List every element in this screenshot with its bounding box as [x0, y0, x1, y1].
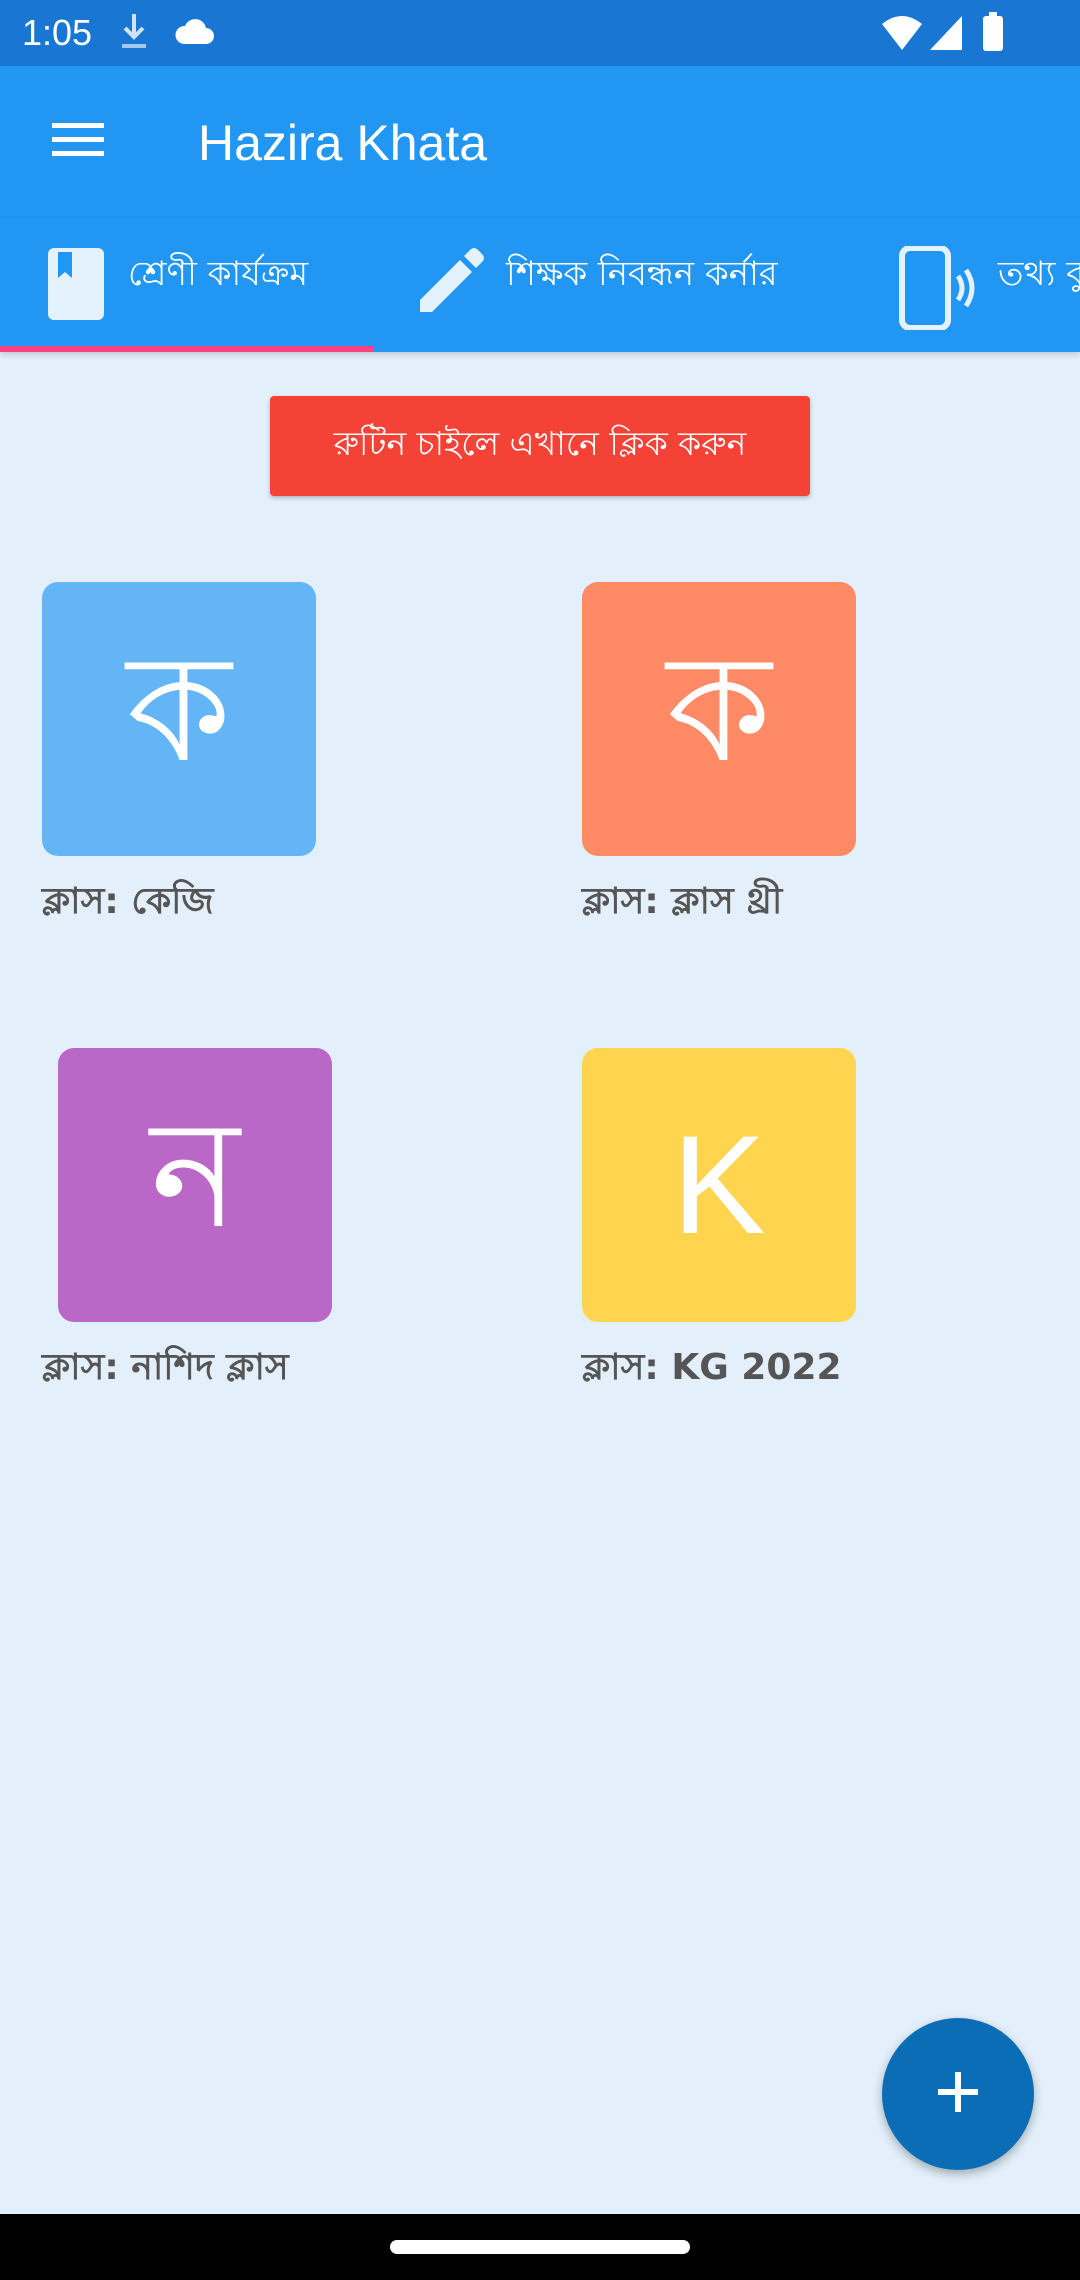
tab-bar: শ্রেণী কার্যক্রম শিক্ষক নিবন্ধন কর্নার ত…: [0, 218, 1080, 352]
wifi-icon: [880, 12, 924, 56]
class-card[interactable]: K ক্লাস: KG 2022: [582, 1048, 1002, 1408]
tab-label: তথ্য বু: [998, 254, 1080, 294]
plus-icon: [936, 2070, 980, 2118]
pencil-icon: [414, 246, 486, 322]
class-avatar[interactable]: ক: [582, 582, 856, 856]
signal-icon: [928, 12, 964, 56]
cloud-icon: [172, 14, 216, 54]
tab-teacher-registration[interactable]: শিক্ষক নিবন্ধন কর্নার: [414, 218, 778, 352]
download-icon: [118, 10, 150, 58]
hamburger-menu-icon: [52, 121, 104, 163]
tab-label: শিক্ষক নিবন্ধন কর্নার: [506, 254, 778, 294]
home-gesture-handle[interactable]: [390, 2240, 690, 2254]
class-card[interactable]: ক ক্লাস: কেজি: [42, 582, 462, 942]
tab-label: শ্রেণী কার্যক্রম: [128, 254, 309, 294]
book-icon: [44, 246, 108, 326]
class-label: ক্লাস: নাশিদ ক্লাস: [42, 1347, 289, 1388]
tab-info[interactable]: তথ্য বু: [898, 218, 1080, 352]
class-avatar[interactable]: ন: [58, 1048, 332, 1322]
app-bar: Hazira Khata: [0, 66, 1080, 218]
battery-icon: [982, 12, 1004, 56]
tab-class-activities[interactable]: শ্রেণী কার্যক্রম: [44, 218, 308, 352]
routine-button[interactable]: রুটিন চাইলে এখানে ক্লিক করুন: [270, 396, 810, 496]
class-card[interactable]: ন ক্লাস: নাশিদ ক্লাস: [42, 1048, 462, 1408]
tab-indicator: [0, 346, 374, 352]
class-label: ক্লাস: ক্লাস থ্রী: [582, 881, 783, 922]
class-avatar[interactable]: K: [582, 1048, 856, 1322]
class-label: ক্লাস: কেজি: [42, 881, 214, 922]
status-bar: 1:05: [0, 0, 1080, 66]
navigation-bar: [0, 2214, 1080, 2280]
class-label: ক্লাস: KG 2022: [582, 1347, 842, 1388]
class-avatar[interactable]: ক: [42, 582, 316, 856]
phone-vibrate-icon: [898, 245, 978, 334]
menu-button[interactable]: [30, 104, 126, 180]
app-title: Hazira Khata: [198, 115, 488, 171]
class-card[interactable]: ক ক্লাস: ক্লাস থ্রী: [582, 582, 1002, 942]
add-class-button[interactable]: [882, 2018, 1034, 2170]
status-time: 1:05: [22, 12, 93, 53]
